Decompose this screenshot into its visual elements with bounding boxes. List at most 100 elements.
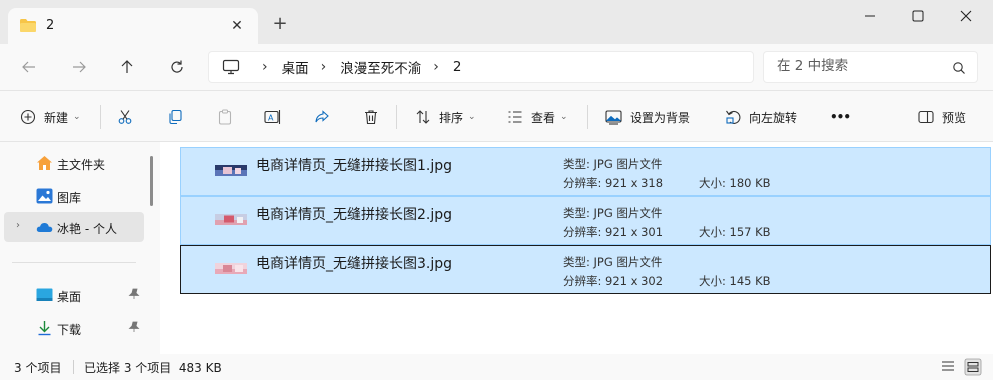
delete-button[interactable] [363, 105, 379, 129]
minimize-button[interactable] [850, 6, 890, 26]
status-bar: 3 个项目 已选择 3 个项目 483 KB [0, 354, 993, 380]
rotate-left-label: 向左旋转 [749, 110, 798, 125]
pin-icon[interactable] [128, 288, 140, 300]
divider [587, 105, 588, 129]
svg-text:A: A [268, 114, 274, 123]
file-item[interactable]: 电商详情页_无缝拼接长图3.jpg 类型: JPG 图片文件 分辨率: 921 … [180, 245, 991, 294]
rotate-left-button[interactable]: 向左旋转 [725, 105, 797, 129]
more-icon: ••• [830, 110, 851, 124]
sidebar-item-label: 冰艳 - 个人 [57, 222, 117, 236]
address-bar[interactable]: › 桌面 › 浪漫至死不渝 › 2 [208, 51, 754, 83]
image-thumbnail [215, 214, 247, 225]
home-icon [37, 156, 52, 170]
view-list-icon [508, 111, 522, 123]
clipboard-icon [218, 109, 232, 125]
details-view-icon [942, 361, 954, 371]
paste-button[interactable] [217, 105, 233, 129]
sidebar-item-label: 主文件夹 [57, 158, 106, 172]
file-list: 电商详情页_无缝拼接长图1.jpg 类型: JPG 图片文件 分辨率: 921 … [160, 142, 993, 354]
chevron-right-icon[interactable]: › [262, 59, 268, 75]
plus-circle-icon [20, 109, 36, 125]
sidebar-item-gallery[interactable]: 图库 [4, 181, 144, 211]
search-icon[interactable] [952, 61, 966, 75]
address-row: › 桌面 › 浪漫至死不渝 › 2 [0, 44, 993, 90]
sidebar-item-downloads[interactable]: 下载 [4, 313, 144, 343]
image-thumbnail [215, 263, 247, 274]
divider [12, 262, 136, 263]
sidebar-item-onedrive[interactable]: › 冰艳 - 个人 [4, 212, 144, 242]
file-resolution: 分辨率: 921 x 302 [563, 274, 664, 288]
sidebar-item-desktop[interactable]: 桌面 [4, 280, 144, 310]
desktop-icon [36, 288, 53, 301]
breadcrumb-desktop[interactable]: 桌面 [282, 57, 309, 77]
maximize-icon [912, 10, 924, 22]
new-tab-button[interactable]: + [270, 14, 290, 34]
close-window-button[interactable] [946, 6, 986, 26]
item-count: 3 个项目 [14, 361, 62, 375]
pin-icon[interactable] [128, 321, 140, 333]
file-type: 类型: JPG 图片文件 [563, 157, 663, 171]
onedrive-icon [36, 222, 53, 232]
arrow-left-icon [22, 61, 35, 73]
cut-button[interactable] [117, 105, 133, 129]
more-options-button[interactable]: ••• [830, 105, 851, 129]
tab-current-folder[interactable]: 2 ✕ [8, 8, 258, 44]
file-item[interactable]: 电商详情页_无缝拼接长图1.jpg 类型: JPG 图片文件 分辨率: 921 … [180, 147, 991, 196]
file-name: 电商详情页_无缝拼接长图3.jpg [256, 256, 453, 272]
sort-label: 排序 [439, 110, 464, 125]
tiles-view-button[interactable] [964, 358, 982, 376]
view-button[interactable]: 查看 ⌄ [507, 105, 568, 129]
computer-icon [222, 59, 240, 75]
breadcrumb-folder[interactable]: 浪漫至死不渝 [340, 57, 421, 77]
set-as-background-button[interactable]: 设置为背景 [605, 105, 690, 129]
image-thumbnail [215, 165, 247, 176]
preview-pane-button[interactable]: 预览 [918, 105, 966, 129]
copy-icon [169, 109, 182, 125]
share-button[interactable] [314, 105, 330, 129]
breadcrumb-current[interactable]: 2 [453, 59, 462, 75]
arrow-right-icon [73, 61, 86, 73]
new-button[interactable]: 新建 ⌄ [20, 105, 81, 129]
refresh-icon [171, 60, 183, 73]
rename-button[interactable]: A [264, 105, 282, 129]
command-bar: 新建 ⌄ A 排序 ⌄ 查看 ⌄ 设置为背景 向左旋转 ••• 预览 [0, 90, 993, 142]
preview-label: 预览 [942, 110, 967, 125]
sidebar-item-home[interactable]: 主文件夹 [4, 148, 144, 178]
file-size: 大小: 145 KB [699, 274, 771, 288]
chevron-right-icon[interactable]: › [16, 220, 20, 231]
share-icon [315, 110, 329, 123]
back-button[interactable] [17, 55, 41, 79]
up-button[interactable] [115, 55, 139, 79]
chevron-down-icon: ⌄ [560, 112, 568, 122]
divider [100, 105, 101, 129]
rotate-left-icon [726, 110, 741, 124]
details-view-button[interactable] [940, 358, 958, 376]
forward-button[interactable] [67, 55, 91, 79]
copy-button[interactable] [167, 105, 183, 129]
file-size: 大小: 180 KB [699, 176, 771, 190]
tiles-view-icon [964, 358, 982, 376]
file-resolution: 分辨率: 921 x 318 [563, 176, 664, 190]
divider [73, 360, 74, 374]
breadcrumb: › 桌面 › 浪漫至死不渝 › 2 [250, 57, 461, 77]
search-input[interactable] [777, 58, 947, 74]
sidebar-item-label: 下载 [57, 323, 82, 337]
file-name: 电商详情页_无缝拼接长图1.jpg [256, 158, 453, 174]
sort-button[interactable]: 排序 ⌄ [415, 105, 476, 129]
rename-icon: A [264, 110, 281, 124]
maximize-button[interactable] [898, 6, 938, 26]
sidebar-item-label: 图库 [57, 191, 82, 205]
file-type: 类型: JPG 图片文件 [563, 206, 663, 220]
tab-title: 2 [46, 18, 55, 33]
file-item[interactable]: 电商详情页_无缝拼接长图2.jpg 类型: JPG 图片文件 分辨率: 921 … [180, 196, 991, 245]
refresh-button[interactable] [165, 55, 189, 79]
sidebar-scrollbar[interactable] [150, 156, 153, 206]
arrow-up-icon [121, 60, 133, 73]
set-as-background-label: 设置为背景 [630, 110, 691, 125]
close-tab-button[interactable]: ✕ [228, 17, 246, 35]
chevron-down-icon: ⌄ [468, 112, 476, 122]
trash-icon [365, 110, 377, 125]
chevron-right-icon[interactable]: › [321, 59, 327, 75]
chevron-right-icon[interactable]: › [433, 59, 439, 75]
image-icon [605, 110, 622, 125]
